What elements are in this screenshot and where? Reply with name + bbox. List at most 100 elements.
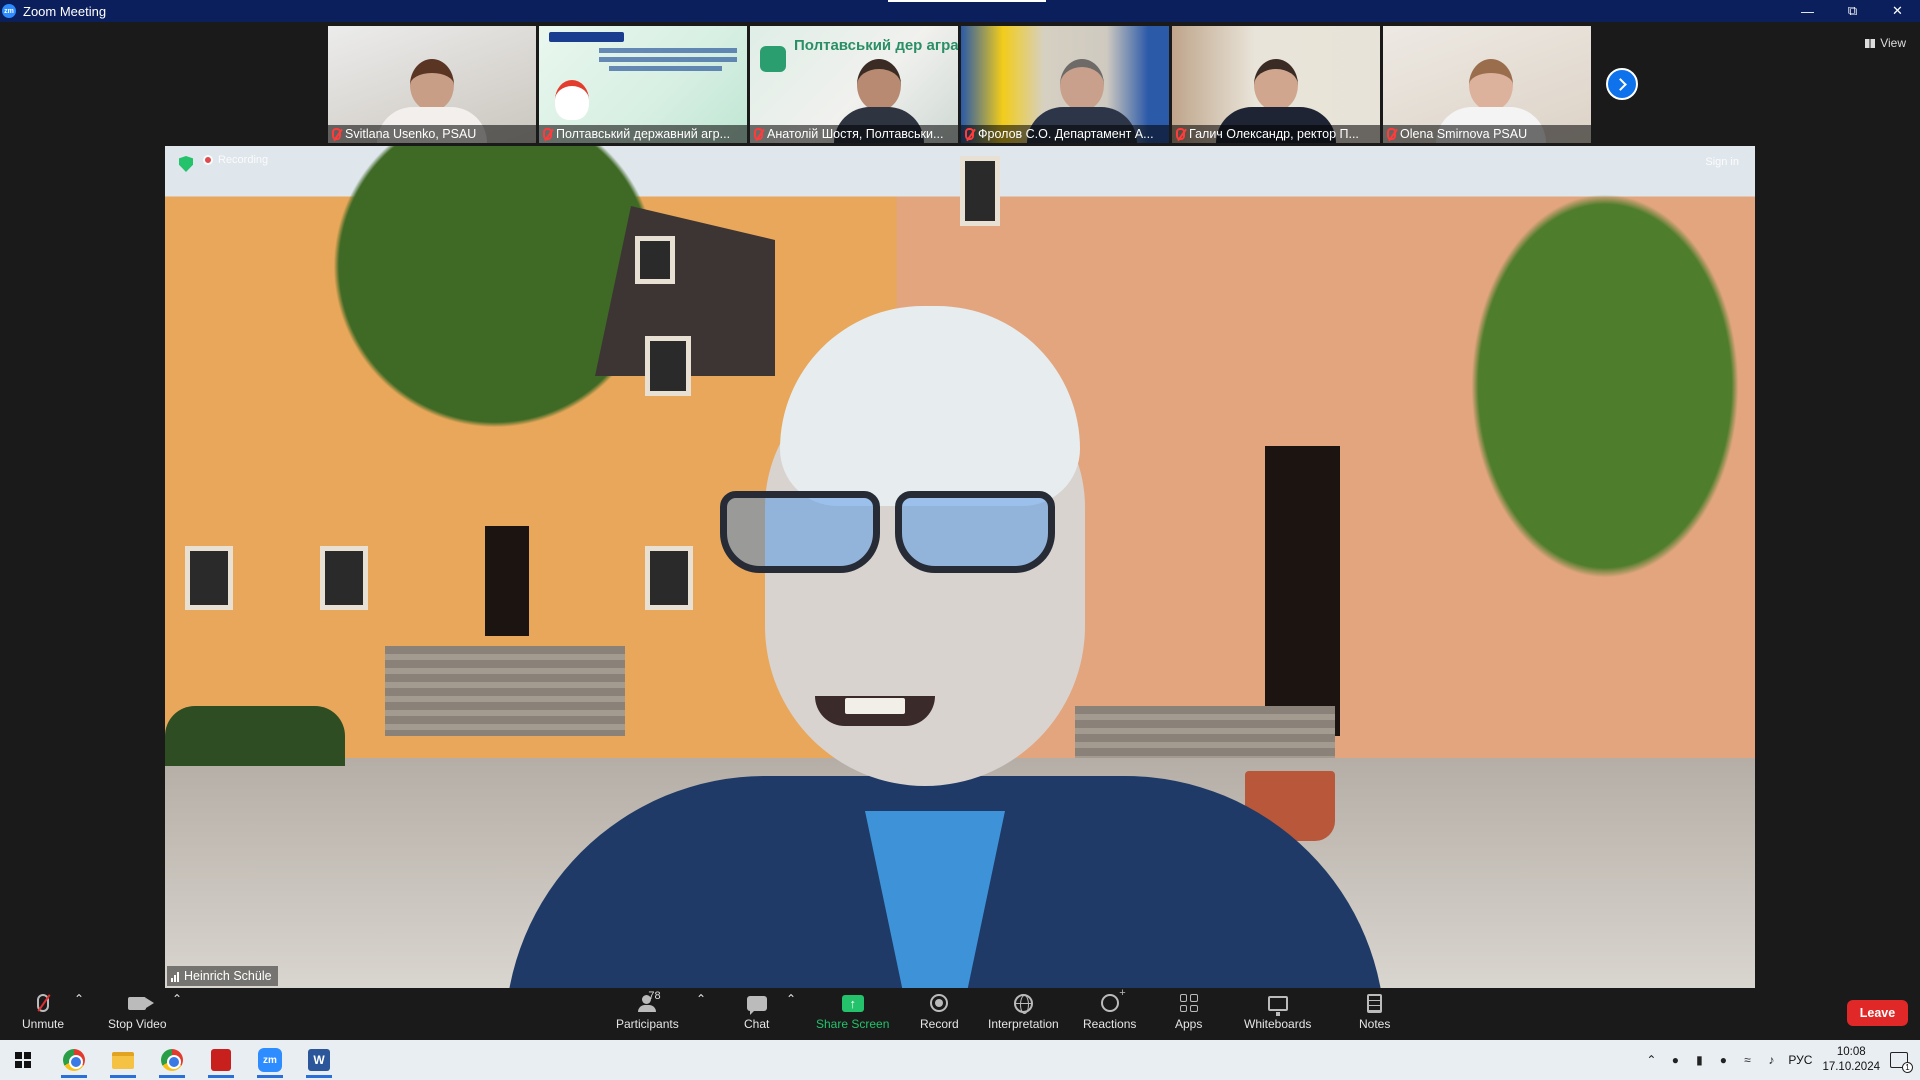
- participants-button[interactable]: 78 Participants: [616, 990, 679, 1031]
- minimize-button[interactable]: —: [1785, 0, 1830, 22]
- participant-name: Svitlana Usenko, PSAU: [345, 127, 477, 141]
- taskbar-zoom[interactable]: zm: [251, 1044, 289, 1078]
- participant-name: Olena Smirnova PSAU: [1400, 127, 1528, 141]
- background-window: [635, 236, 675, 284]
- university-logo-icon: [760, 46, 786, 72]
- reactions-button[interactable]: Reactions: [1083, 987, 1137, 1031]
- close-button[interactable]: ✕: [1875, 0, 1920, 22]
- volume-icon[interactable]: ♪: [1764, 1053, 1778, 1067]
- clock-date: 17.10.2024: [1822, 1061, 1880, 1073]
- speaker-glasses: [720, 491, 1080, 581]
- notes-label: Notes: [1359, 1017, 1391, 1031]
- apps-label: Apps: [1175, 1017, 1203, 1031]
- whiteboard-icon: [1267, 995, 1288, 1016]
- participant-name-bar: Полтавський державний агр...: [539, 125, 747, 143]
- record-label: Record: [920, 1017, 959, 1031]
- apps-button[interactable]: Apps: [1175, 992, 1202, 1031]
- audio-options-caret[interactable]: ⌃: [74, 992, 84, 1006]
- participant-name: Фролов С.О. Департамент А...: [978, 127, 1154, 141]
- zoom-icon: zm: [258, 1048, 282, 1072]
- speaker-teeth: [845, 698, 905, 714]
- word-icon: W: [308, 1049, 330, 1071]
- active-speaker-video[interactable]: Recording Sign in Heinrich Schüle: [165, 146, 1755, 988]
- background-bush: [165, 706, 345, 766]
- unmute-button[interactable]: Unmute: [22, 992, 64, 1031]
- title-bar-highlight: [888, 0, 1046, 2]
- taskbar-chrome[interactable]: [55, 1044, 93, 1078]
- notification-center-icon[interactable]: 1: [1890, 1052, 1913, 1073]
- sign-in-link[interactable]: Sign in: [1705, 156, 1739, 168]
- background-window: [960, 156, 1000, 226]
- meeting-toolbar: Unmute ⌃ Stop Video ⌃ 78 Participants ⌃ …: [0, 987, 1920, 1040]
- chat-button[interactable]: Chat: [744, 992, 769, 1031]
- taskbar-clock[interactable]: 10:08 17.10.2024: [1822, 1045, 1880, 1075]
- whiteboards-label: Whiteboards: [1244, 1017, 1312, 1031]
- poster-line: [599, 48, 737, 53]
- system-tray: ⌃ ● ▮ ● ≈ ♪ РУС 10:08 17.10.2024 1: [1644, 1040, 1920, 1080]
- acrobat-icon: [211, 1049, 231, 1071]
- start-button[interactable]: [4, 1044, 42, 1076]
- window-controls: — ⧉ ✕: [1785, 0, 1920, 22]
- share-screen-button[interactable]: ↑ Share Screen: [816, 992, 889, 1031]
- stop-video-label: Stop Video: [108, 1017, 167, 1031]
- mic-muted-icon: [543, 128, 552, 140]
- video-camera-icon: [128, 996, 155, 1010]
- microphone-icon[interactable]: ●: [1716, 1053, 1730, 1067]
- interpretation-button[interactable]: Interpretation: [988, 992, 1059, 1031]
- input-language[interactable]: РУС: [1788, 1053, 1812, 1067]
- participant-name: Полтавський державний агр...: [556, 127, 731, 141]
- window-title-bar[interactable]: zm Zoom Meeting — ⧉ ✕: [0, 0, 1920, 22]
- taskbar-word[interactable]: W: [300, 1044, 338, 1078]
- taskbar-file-explorer[interactable]: [104, 1044, 142, 1078]
- participant-name-bar: Фролов С.О. Департамент А...: [961, 125, 1169, 143]
- reactions-label: Reactions: [1083, 1017, 1137, 1031]
- background-door: [1265, 446, 1340, 736]
- participant-tile[interactable]: Olena Smirnova PSAU: [1383, 26, 1591, 143]
- video-options-caret[interactable]: ⌃: [172, 992, 182, 1006]
- chat-label: Chat: [744, 1017, 770, 1031]
- participant-tile[interactable]: Полтавський дер аграрний універ Анатолій…: [750, 26, 958, 143]
- apps-icon: [1179, 994, 1198, 1012]
- participants-options-caret[interactable]: ⌃: [696, 992, 706, 1006]
- stop-video-button[interactable]: Stop Video: [108, 992, 167, 1031]
- tray-app-icon[interactable]: ●: [1668, 1053, 1682, 1067]
- recording-badge[interactable]: Recording: [203, 154, 268, 166]
- leave-button[interactable]: Leave: [1847, 1000, 1908, 1026]
- participant-name: Анатолій Шостя, Полтавськи...: [767, 127, 944, 141]
- folder-icon: [112, 1051, 134, 1069]
- poster-line: [599, 57, 737, 62]
- meeting-area: View Svitlana Usenko, PSAU Полтавський д…: [0, 22, 1920, 988]
- battery-icon[interactable]: ▮: [1692, 1053, 1706, 1067]
- participant-tile[interactable]: Полтавський державний агр...: [539, 26, 747, 143]
- mic-muted-icon: [1176, 128, 1185, 140]
- view-button[interactable]: View: [1865, 36, 1906, 50]
- window-title: Zoom Meeting: [23, 3, 107, 19]
- participants-label: Participants: [616, 1017, 679, 1031]
- recording-label: Recording: [218, 154, 269, 166]
- taskbar-acrobat[interactable]: [202, 1044, 240, 1078]
- reaction-smiley-icon: [1100, 987, 1126, 1012]
- chat-options-caret[interactable]: ⌃: [786, 992, 796, 1006]
- poster-line: [609, 66, 722, 71]
- participant-tile[interactable]: Галич Олександр, ректор П...: [1172, 26, 1380, 143]
- participant-tile[interactable]: Svitlana Usenko, PSAU: [328, 26, 536, 143]
- participant-name-bar: Галич Олександр, ректор П...: [1172, 125, 1380, 143]
- notes-button[interactable]: Notes: [1359, 992, 1390, 1031]
- taskbar-chrome-profile[interactable]: [153, 1044, 191, 1078]
- next-page-button[interactable]: [1606, 68, 1638, 100]
- chrome-icon: [63, 1049, 85, 1071]
- notification-count: 1: [1902, 1062, 1913, 1073]
- wifi-icon[interactable]: ≈: [1740, 1053, 1754, 1067]
- show-hidden-icons-chevron-icon[interactable]: ⌃: [1644, 1053, 1658, 1067]
- chicken-illustration: [555, 80, 589, 120]
- zoom-app-icon: zm: [2, 4, 16, 18]
- restore-button[interactable]: ⧉: [1830, 0, 1875, 22]
- background-steps: [385, 646, 625, 736]
- participant-tile[interactable]: Фролов С.О. Департамент А...: [961, 26, 1169, 143]
- encryption-shield-icon[interactable]: [179, 156, 193, 172]
- view-button-label: View: [1880, 36, 1906, 50]
- record-button[interactable]: Record: [920, 992, 959, 1031]
- whiteboards-button[interactable]: Whiteboards: [1244, 992, 1311, 1031]
- share-screen-icon: ↑: [841, 994, 864, 1012]
- view-grid-icon: [1865, 38, 1876, 48]
